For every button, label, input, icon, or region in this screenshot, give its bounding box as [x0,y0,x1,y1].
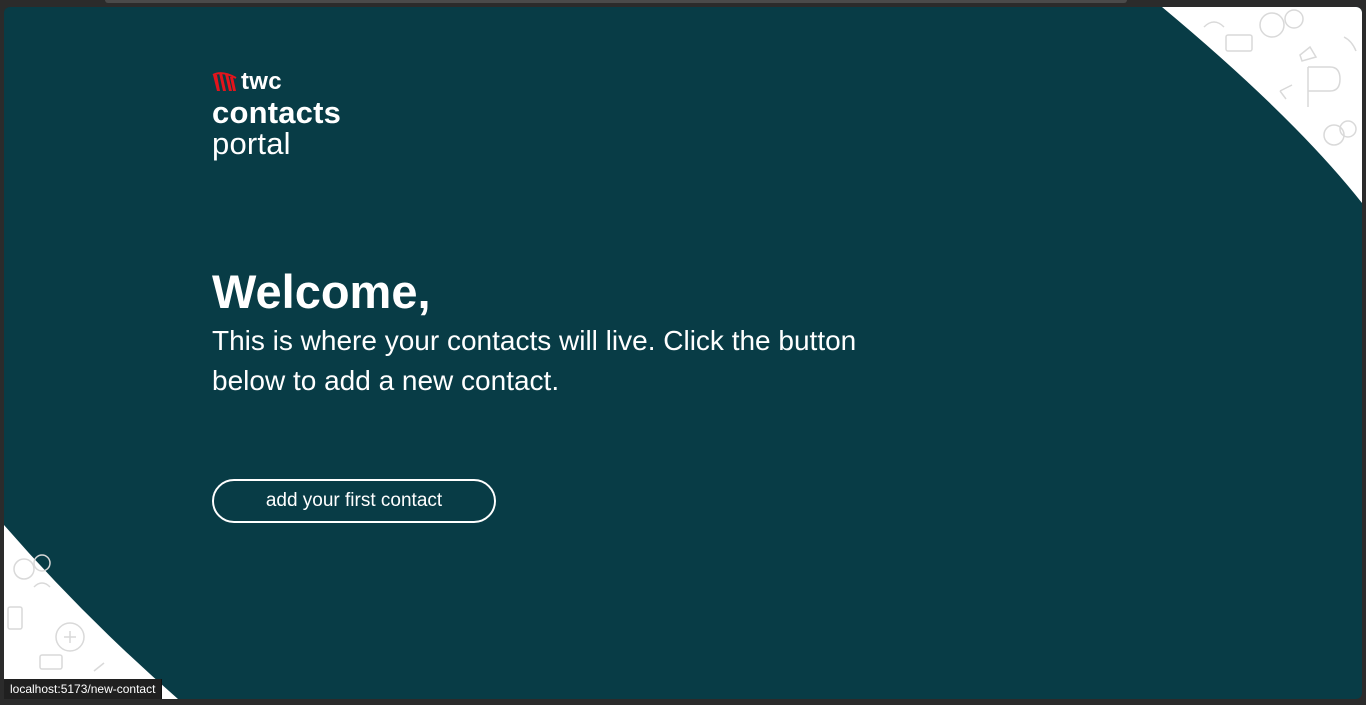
app-title-line2: portal [212,126,291,161]
brand-name: twc [241,68,282,95]
app-logo: twc contacts portal [212,69,342,161]
add-first-contact-button[interactable]: add your first contact [212,479,496,523]
browser-top-bar [0,0,1366,7]
twc-wave-mark-icon [212,72,237,91]
logo-brand-row: twc [212,69,341,95]
page-viewport: twc contacts portal Welcome, This is whe… [4,7,1362,699]
welcome-description: This is where your contacts will live. C… [212,325,857,396]
welcome-heading: Welcome, [212,265,431,318]
link-preview-status: localhost:5173/new-contact [4,679,163,699]
app-title-line1: contacts [212,95,342,130]
browser-tab-strip [105,0,1127,3]
